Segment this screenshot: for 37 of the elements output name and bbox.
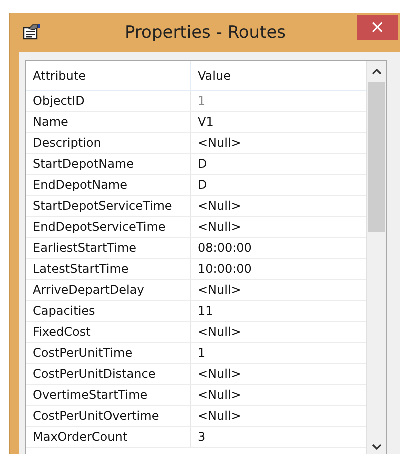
column-header[interactable]: Attribute bbox=[26, 61, 191, 90]
attribute-cell: EndDepotServiceTime bbox=[26, 217, 191, 237]
attribute-cell: Name bbox=[26, 112, 191, 132]
attribute-cell: Description bbox=[26, 133, 191, 153]
attribute-cell: OvertimeStartTime bbox=[26, 385, 191, 405]
attribute-cell: MaxOrderCount bbox=[26, 427, 191, 447]
value-cell[interactable]: <Null> bbox=[191, 322, 366, 342]
attribute-cell: ObjectID bbox=[26, 91, 191, 111]
value-cell[interactable]: <Null> bbox=[191, 133, 366, 153]
value-cell[interactable]: <Null> bbox=[191, 217, 366, 237]
column-header[interactable]: Value bbox=[191, 61, 366, 90]
value-cell[interactable]: <Null> bbox=[191, 196, 366, 216]
value-cell[interactable]: <Null> bbox=[191, 280, 366, 300]
attribute-cell: FixedCost bbox=[26, 322, 191, 342]
attribute-cell: CostPerUnitTime bbox=[26, 343, 191, 363]
value-cell[interactable]: 10:00:00 bbox=[191, 259, 366, 279]
close-button[interactable]: × bbox=[357, 15, 398, 40]
value-cell[interactable]: <Null> bbox=[191, 364, 366, 384]
value-cell[interactable]: 08:00:00 bbox=[191, 238, 366, 258]
value-cell[interactable]: 3 bbox=[191, 427, 366, 447]
attribute-cell: EarliestStartTime bbox=[26, 238, 191, 258]
attribute-cell: CostPerUnitDistance bbox=[26, 364, 191, 384]
attribute-cell: StartDepotName bbox=[26, 154, 191, 174]
attribute-cell: ArriveDepartDelay bbox=[26, 280, 191, 300]
value-cell[interactable]: V1 bbox=[191, 112, 366, 132]
attribute-cell: StartDepotServiceTime bbox=[26, 196, 191, 216]
value-cell[interactable]: D bbox=[191, 154, 366, 174]
window-title: Properties - Routes bbox=[124, 22, 288, 42]
value-cell[interactable]: D bbox=[191, 175, 366, 195]
attribute-cell: Capacities bbox=[26, 301, 191, 321]
value-cell[interactable]: 1 bbox=[191, 343, 366, 363]
value-cell[interactable]: 11 bbox=[191, 301, 366, 321]
attribute-cell: EndDepotName bbox=[26, 175, 191, 195]
attribute-cell: LatestStartTime bbox=[26, 259, 191, 279]
value-cell[interactable]: <Null> bbox=[191, 385, 366, 405]
attribute-cell: CostPerUnitOvertime bbox=[26, 406, 191, 426]
value-cell[interactable]: <Null> bbox=[191, 406, 366, 426]
